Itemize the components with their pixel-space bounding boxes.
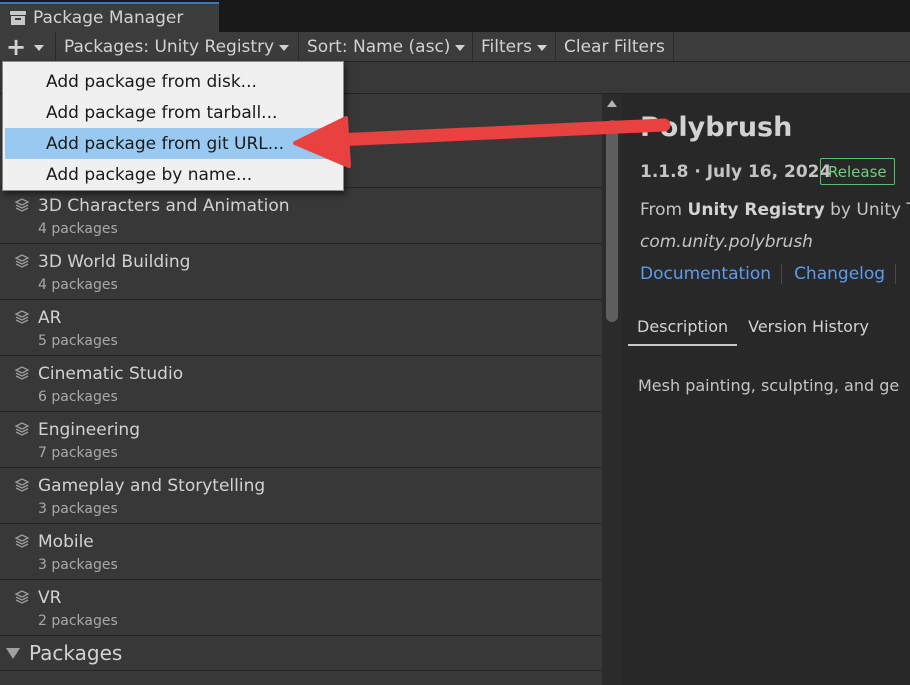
package-box-icon xyxy=(10,11,26,25)
package-source: From Unity Registry by Unity Te xyxy=(640,200,910,220)
list-item[interactable]: Cinematic Studio 6 packages xyxy=(0,356,602,412)
sort-dropdown-label: Sort: Name (asc) xyxy=(307,37,451,57)
feature-layers-icon xyxy=(15,478,29,492)
add-package-menu: Add package from disk... Add package fro… xyxy=(2,61,344,191)
documentation-link[interactable]: Documentation xyxy=(640,264,783,284)
chevron-down-icon xyxy=(279,45,290,51)
from-prefix: From xyxy=(640,200,688,220)
release-badge: Release xyxy=(820,158,895,185)
packages-section-header[interactable]: Packages xyxy=(0,636,602,671)
menu-item-add-by-name[interactable]: Add package by name... xyxy=(3,159,343,190)
list-item[interactable]: Mobile 3 packages xyxy=(0,524,602,580)
feature-count: 2 packages xyxy=(38,613,118,629)
details-tabs: Description Version History xyxy=(628,313,880,346)
from-registry: Unity Registry xyxy=(687,200,825,220)
feature-layers-icon xyxy=(15,590,29,604)
feature-name: Gameplay and Storytelling xyxy=(38,476,266,496)
scrollbar-thumb[interactable] xyxy=(606,120,618,322)
feature-count: 4 packages xyxy=(38,277,118,293)
package-manager-tab[interactable]: Package Manager xyxy=(0,2,219,32)
feature-name: 3D World Building xyxy=(38,252,191,272)
sort-dropdown[interactable]: Sort: Name (asc) xyxy=(301,32,473,62)
list-item[interactable]: VR 2 packages xyxy=(0,580,602,636)
feature-count: 3 packages xyxy=(38,501,118,517)
packages-section-label: Packages xyxy=(29,641,123,665)
window-tab-bar: Package Manager xyxy=(0,0,910,32)
filters-dropdown-label: Filters xyxy=(481,37,532,57)
feature-layers-icon xyxy=(15,534,29,548)
feature-name: VR xyxy=(38,588,62,608)
menu-item-add-from-tarball[interactable]: Add package from tarball... xyxy=(3,97,343,128)
feature-layers-icon xyxy=(15,198,29,212)
registry-dropdown[interactable]: Packages: Unity Registry xyxy=(58,32,299,62)
feature-layers-icon xyxy=(15,254,29,268)
package-title: Polybrush xyxy=(640,112,793,143)
package-version-date: 1.1.8 · July 16, 2024 xyxy=(640,162,832,182)
feature-layers-icon xyxy=(15,422,29,436)
list-item[interactable]: Gameplay and Storytelling 3 packages xyxy=(0,468,602,524)
package-details-panel: Polybrush 1.1.8 · July 16, 2024 Release … xyxy=(622,94,910,685)
from-suffix: by Unity Te xyxy=(830,200,910,220)
window-title: Package Manager xyxy=(33,8,184,28)
tab-version-history[interactable]: Version History xyxy=(739,313,878,346)
list-item[interactable]: AR 5 packages xyxy=(0,300,602,356)
changelog-link[interactable]: Changelog xyxy=(794,264,897,284)
list-item[interactable]: 3D World Building 4 packages xyxy=(0,244,602,300)
list-item[interactable]: 3D Characters and Animation 4 packages xyxy=(0,188,602,244)
list-scrollbar[interactable] xyxy=(602,94,622,685)
feature-name: Cinematic Studio xyxy=(38,364,184,384)
foldout-triangle-icon[interactable] xyxy=(6,647,20,659)
plus-icon: + xyxy=(6,33,27,61)
feature-name: AR xyxy=(38,308,62,328)
package-description: Mesh painting, sculpting, and ge xyxy=(638,376,900,395)
filters-dropdown[interactable]: Filters xyxy=(475,32,556,62)
feature-count: 5 packages xyxy=(38,333,118,349)
feature-count: 4 packages xyxy=(38,221,118,237)
add-package-button[interactable]: + xyxy=(0,32,56,62)
tab-description[interactable]: Description xyxy=(628,313,738,346)
chevron-down-icon xyxy=(34,45,45,51)
list-item[interactable]: Engineering 7 packages xyxy=(0,412,602,468)
feature-layers-icon xyxy=(15,310,29,324)
clear-filters-button[interactable]: Clear Filters xyxy=(558,32,674,62)
menu-item-add-from-disk[interactable]: Add package from disk... xyxy=(3,66,343,97)
package-id: com.unity.polybrush xyxy=(640,232,813,252)
feature-name: Mobile xyxy=(38,532,94,552)
feature-count: 7 packages xyxy=(38,445,118,461)
chevron-down-icon xyxy=(536,45,547,51)
feature-count: 6 packages xyxy=(38,389,118,405)
toolbar: + Packages: Unity Registry Sort: Name (a… xyxy=(0,32,910,62)
chevron-down-icon xyxy=(455,45,466,51)
feature-layers-icon xyxy=(15,366,29,380)
registry-dropdown-label: Packages: Unity Registry xyxy=(64,37,275,57)
package-links: Documentation Changelog xyxy=(640,264,908,284)
feature-name: 3D Characters and Animation xyxy=(38,196,290,216)
scroll-up-arrow-icon[interactable] xyxy=(607,100,617,107)
feature-name: Engineering xyxy=(38,420,140,440)
feature-count: 3 packages xyxy=(38,557,118,573)
menu-item-add-from-git-url[interactable]: Add package from git URL... xyxy=(5,128,341,159)
clear-filters-label: Clear Filters xyxy=(564,37,665,57)
